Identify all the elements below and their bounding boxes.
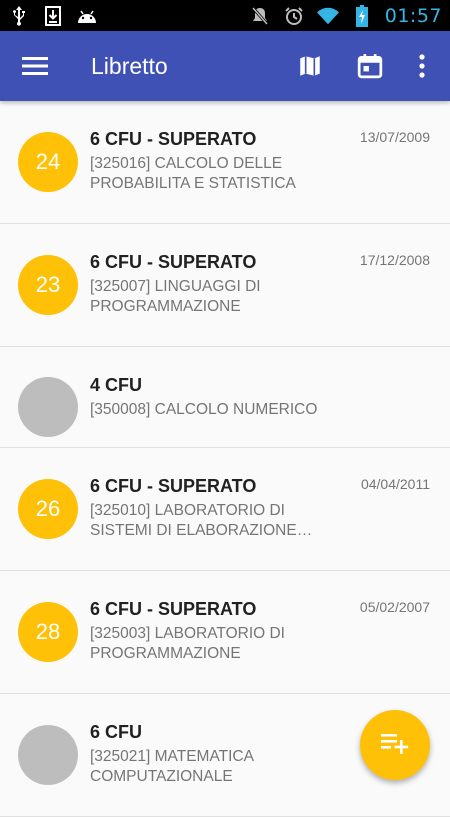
grade-badge	[18, 725, 78, 785]
calendar-icon[interactable]	[354, 50, 386, 82]
status-bar-left	[8, 5, 98, 27]
grade-badge	[18, 377, 78, 437]
exam-name: [325007] LINGUAGGI DI PROGRAMMAZIONE	[90, 278, 261, 315]
add-exam-fab[interactable]	[360, 710, 430, 780]
exam-credits: 6 CFU - SUPERATO	[90, 476, 257, 496]
exam-name: [325021] MATEMATICA COMPUTAZIONALE	[90, 748, 254, 785]
battery-icon	[351, 4, 373, 27]
playlist-add-icon	[381, 732, 409, 759]
usb-icon	[8, 5, 30, 27]
menu-icon[interactable]	[18, 52, 52, 80]
exam-credits: 4 CFU	[90, 375, 143, 395]
exam-credits: 6 CFU - SUPERATO	[90, 252, 257, 272]
exam-name: [350008] CALCOLO NUMERICO	[90, 401, 318, 418]
grade-badge: 26	[18, 479, 78, 539]
list-item[interactable]: 23 6 CFU - SUPERATO [325007] LINGUAGGI D…	[0, 224, 450, 347]
status-bar: 01:57	[0, 0, 450, 31]
mute-icon	[249, 5, 271, 27]
exam-name: [325010] LABORATORIO DI SISTEMI DI ELABO…	[90, 502, 297, 539]
grade-badge: 23	[18, 255, 78, 315]
download-icon	[42, 5, 64, 27]
exam-name: [325016] CALCOLO DELLE PROBABILITA E STA…	[90, 155, 296, 192]
map-icon[interactable]	[294, 50, 326, 82]
android-icon	[76, 5, 98, 27]
exam-credits: 6 CFU	[90, 722, 143, 742]
grade-badge: 24	[18, 132, 78, 192]
wifi-icon	[316, 5, 339, 27]
exam-date: 05/02/2007	[359, 599, 430, 615]
exam-credits: 6 CFU - SUPERATO	[90, 129, 257, 149]
alarm-icon	[283, 5, 305, 27]
exam-date: 17/12/2008	[359, 252, 430, 268]
exam-date: 13/07/2009	[359, 129, 430, 145]
list-item[interactable]: 28 6 CFU - SUPERATO [325003] LABORATORIO…	[0, 571, 450, 694]
exam-credits: 6 CFU - SUPERATO	[90, 599, 257, 619]
status-bar-right: 01:57	[249, 4, 442, 27]
app-bar: Libretto	[0, 31, 450, 101]
status-time: 01:57	[384, 4, 442, 27]
more-vert-icon[interactable]	[406, 50, 438, 82]
list-item[interactable]: 4 CFU [350008] CALCOLO NUMERICO	[0, 347, 450, 448]
list-item[interactable]: 26 6 CFU - SUPERATO [325010] LABORATORIO…	[0, 448, 450, 571]
exam-list: 24 6 CFU - SUPERATO [325016] CALCOLO DEL…	[0, 101, 450, 817]
exam-name: [325003] LABORATORIO DI PROGRAMMAZIONE	[90, 625, 285, 662]
page-title: Libretto	[91, 53, 168, 79]
list-item[interactable]: 24 6 CFU - SUPERATO [325016] CALCOLO DEL…	[0, 101, 450, 224]
exam-date: 04/04/2011	[360, 476, 430, 492]
grade-badge: 28	[18, 602, 78, 662]
